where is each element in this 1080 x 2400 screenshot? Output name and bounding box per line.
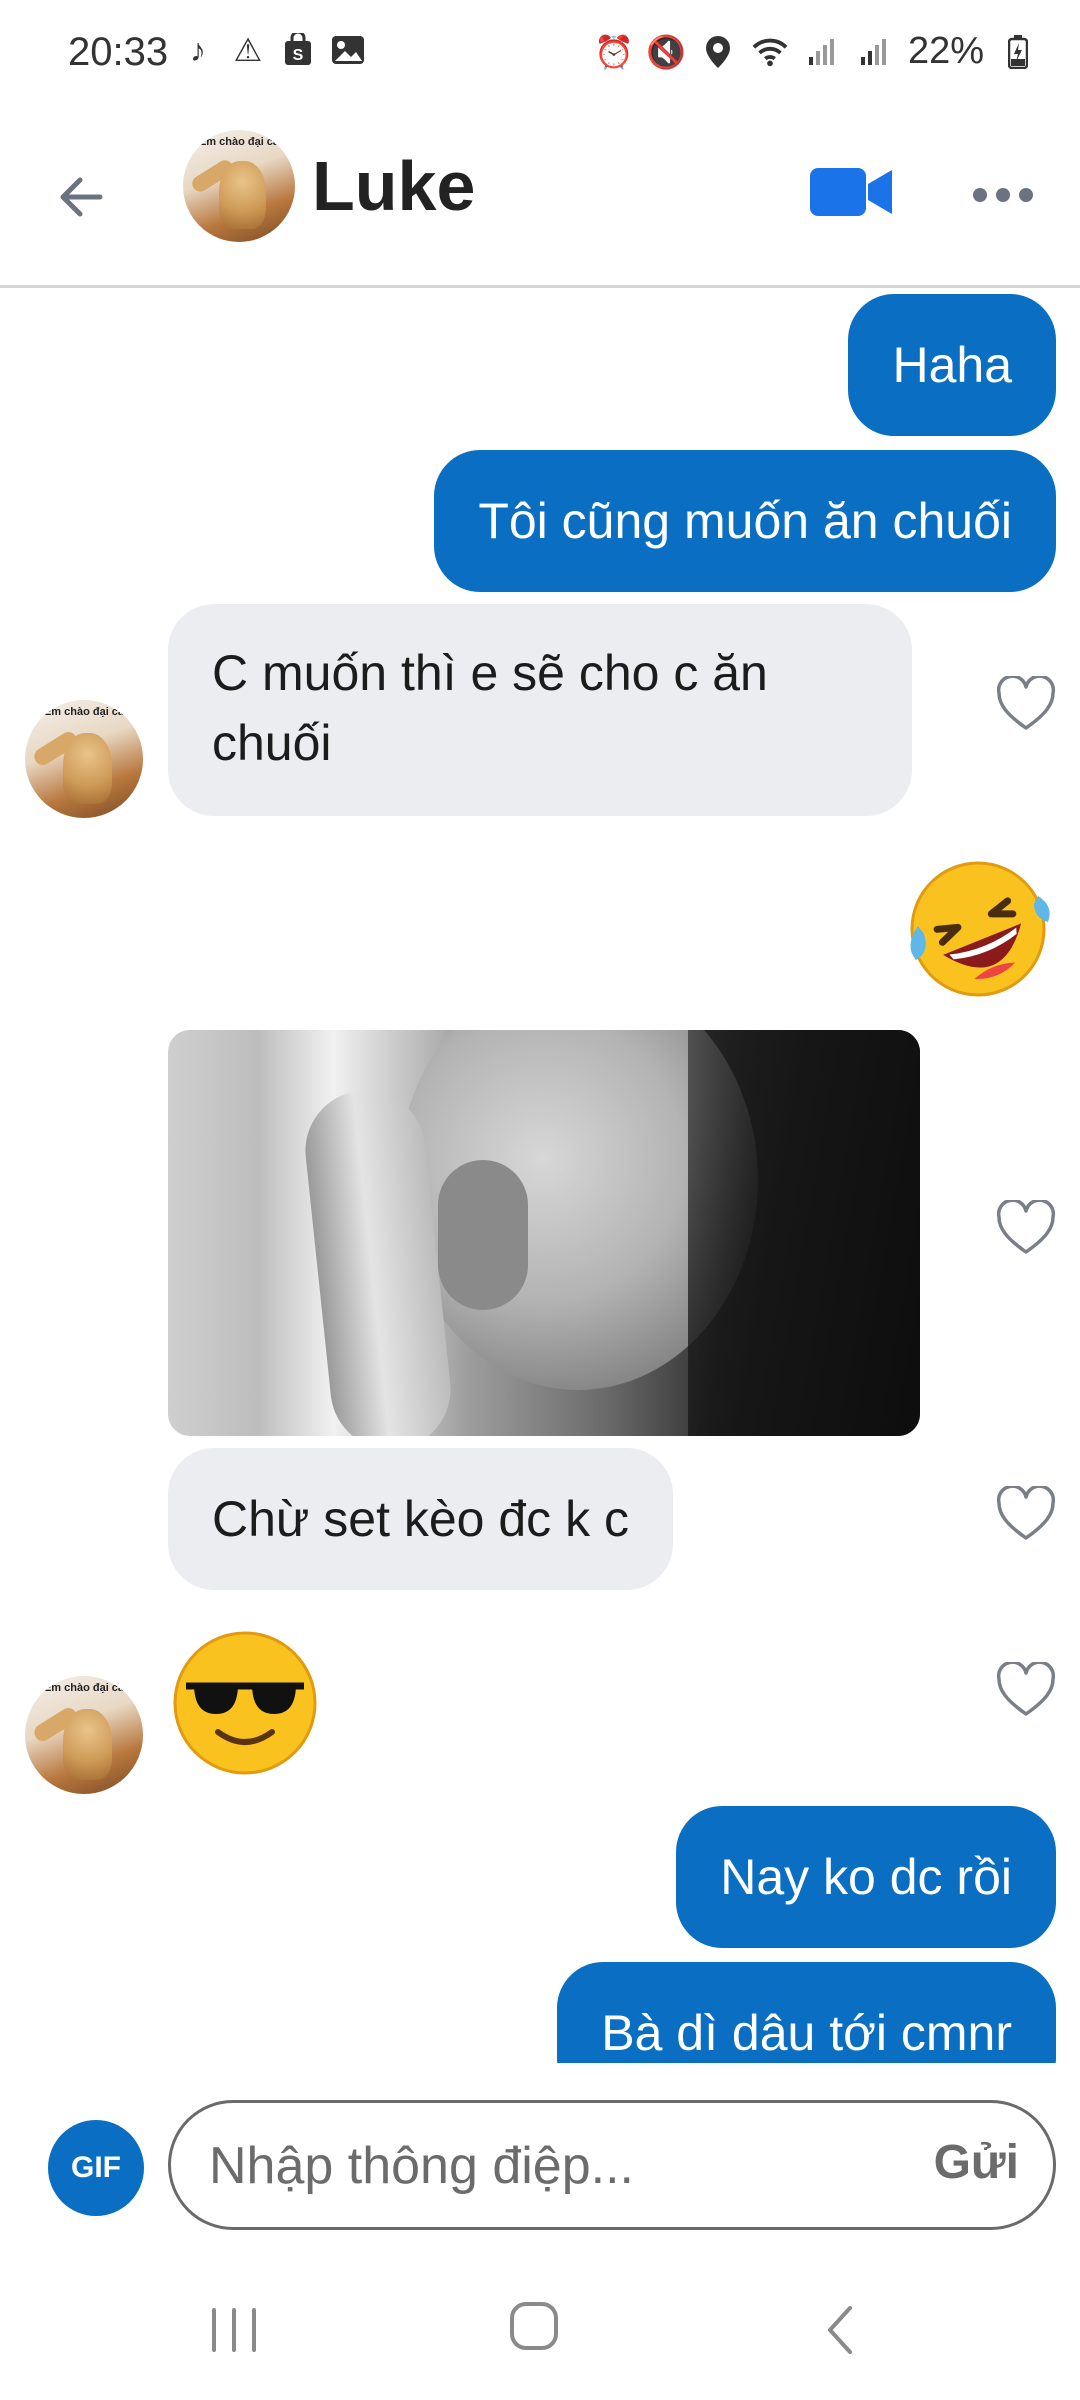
back-arrow-icon[interactable]	[50, 162, 120, 232]
location-icon	[700, 34, 736, 70]
react-heart-icon[interactable]	[996, 1198, 1056, 1256]
status-right-icons: ⏰ 🔇 22%	[594, 30, 1036, 73]
battery-percent: 22%	[907, 30, 984, 72]
alarm-icon: ⏰	[594, 33, 634, 70]
received-photo[interactable]	[168, 1030, 920, 1436]
shopping-bag-icon: S	[280, 32, 316, 68]
battery-charging-icon	[1000, 34, 1036, 70]
send-button[interactable]: Gửi	[934, 2135, 1019, 2190]
recent-apps-icon[interactable]	[206, 2306, 262, 2354]
contact-name[interactable]: Luke	[312, 146, 475, 226]
sender-avatar[interactable]: Em chào đại ca	[25, 1676, 143, 1794]
message-composer: Gửi	[168, 2100, 1056, 2230]
react-heart-icon[interactable]	[996, 1660, 1056, 1718]
status-time: 20:33	[68, 30, 169, 74]
image-icon	[330, 32, 366, 68]
signal-icon	[856, 34, 892, 70]
mute-icon: 🔇	[646, 33, 686, 70]
message-bubble-sent[interactable]: Bà dì dâu tới cmnr	[557, 1962, 1056, 2063]
status-bar: 20:33 ♪ ⚠ S ⏰ 🔇 22%	[0, 0, 1080, 110]
home-icon[interactable]	[506, 2298, 562, 2354]
conversation-header: Em chào đại ca Luke	[0, 110, 1080, 288]
wifi-icon	[752, 34, 788, 70]
signal-icon	[804, 34, 840, 70]
message-bubble-sent[interactable]: Haha	[848, 294, 1056, 436]
react-heart-icon[interactable]	[996, 1484, 1056, 1542]
react-heart-icon[interactable]	[996, 674, 1056, 732]
message-bubble-received[interactable]: C muốn thì e sẽ cho c ăn chuối	[168, 604, 912, 816]
video-call-icon[interactable]	[808, 162, 894, 222]
more-options-icon[interactable]	[968, 170, 1038, 220]
status-left-icons: ♪ ⚠ S	[180, 32, 366, 68]
system-nav-bar	[0, 2250, 1080, 2400]
sunglasses-emoji[interactable]	[172, 1630, 318, 1776]
rolling-laughing-emoji[interactable]	[900, 856, 1056, 1002]
message-input[interactable]	[207, 2125, 861, 2207]
message-list[interactable]: Haha Tôi cũng muốn ăn chuối Em chào đại …	[0, 288, 1080, 2063]
warning-icon: ⚠	[233, 32, 263, 68]
gif-button[interactable]: GIF	[48, 2120, 144, 2216]
nav-back-icon[interactable]	[820, 2302, 860, 2358]
tiktok-icon: ♪	[190, 31, 206, 68]
avatar-caption: Em chào đại ca	[198, 135, 280, 148]
message-bubble-sent[interactable]: Tôi cũng muốn ăn chuối	[434, 450, 1056, 592]
sender-avatar[interactable]: Em chào đại ca	[25, 700, 143, 818]
message-bubble-received[interactable]: Chừ set kèo đc k c	[168, 1448, 673, 1590]
svg-text:S: S	[293, 47, 304, 64]
message-bubble-sent[interactable]: Nay ko dc rồi	[676, 1806, 1056, 1948]
contact-avatar[interactable]: Em chào đại ca	[183, 130, 295, 242]
